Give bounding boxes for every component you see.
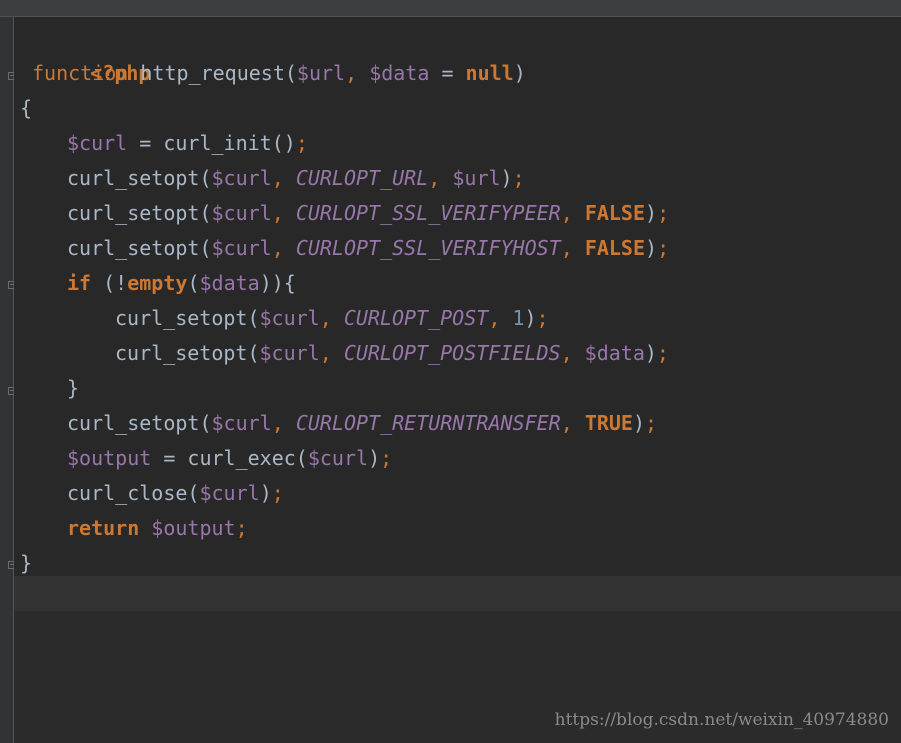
code-line: $output = curl_exec($curl); — [67, 446, 393, 470]
keyword-token: if — [67, 271, 92, 295]
variable-token: $curl — [307, 446, 369, 470]
variable-token: $data — [369, 61, 430, 85]
code-line: <?php — [18, 21, 150, 85]
function-name-token: http_request — [140, 61, 285, 85]
variable-token: $url — [296, 61, 346, 85]
variable-token: $data — [199, 271, 260, 295]
keyword-token: empty — [127, 271, 188, 295]
keyword-token: TRUE — [584, 411, 633, 435]
variable-token: $output — [151, 516, 236, 540]
keyword-token: function — [32, 61, 129, 85]
variable-token: $curl — [211, 411, 272, 435]
code-line: curl_setopt($curl, CURLOPT_POST, 1); — [115, 306, 549, 330]
code-line: curl_setopt($curl, CURLOPT_POSTFIELDS, $… — [115, 341, 669, 365]
code-line: curl_close($curl); — [67, 481, 284, 505]
constant-token: CURLOPT_POST — [343, 306, 489, 330]
keyword-token: return — [67, 516, 140, 540]
code-line: curl_setopt($curl, CURLOPT_SSL_VERIFYHOS… — [67, 236, 670, 260]
variable-token: $curl — [259, 341, 320, 365]
code-line: $curl = curl_init(); — [67, 131, 308, 155]
editor-gutter — [0, 17, 16, 743]
keyword-token: null — [465, 61, 514, 85]
constant-token: CURLOPT_RETURNTRANSFER — [295, 411, 561, 435]
code-line: function http_request($url, $data = null… — [32, 61, 526, 85]
current-line-highlight[interactable] — [14, 576, 901, 611]
variable-token: $data — [584, 341, 645, 365]
variable-token: $output — [67, 446, 152, 470]
editor-tab-bar — [0, 0, 901, 17]
code-area[interactable]: <?php function http_request($url, $data … — [14, 17, 901, 576]
variable-token: $curl — [211, 201, 272, 225]
code-line: curl_setopt($curl, CURLOPT_URL, $url); — [67, 166, 525, 190]
keyword-token: FALSE — [584, 201, 646, 225]
variable-token: $url — [452, 166, 501, 190]
code-line: curl_setopt($curl, CURLOPT_SSL_VERIFYPEE… — [67, 201, 670, 225]
code-line: return $output; — [67, 516, 248, 540]
variable-token: $curl — [211, 236, 272, 260]
constant-token: CURLOPT_POSTFIELDS — [343, 341, 561, 365]
variable-token: $curl — [67, 131, 128, 155]
code-editor[interactable]: <?php function http_request($url, $data … — [0, 0, 901, 743]
variable-token: $curl — [211, 166, 272, 190]
variable-token: $curl — [199, 481, 260, 505]
constant-token: CURLOPT_URL — [295, 166, 429, 190]
number-token: 1 — [512, 306, 525, 330]
code-line: } — [67, 376, 80, 400]
code-line: curl_setopt($curl, CURLOPT_RETURNTRANSFE… — [67, 411, 658, 435]
constant-token: CURLOPT_SSL_VERIFYPEER — [295, 201, 561, 225]
keyword-token: FALSE — [584, 236, 646, 260]
watermark-text: https://blog.csdn.net/weixin_40974880 — [554, 710, 889, 730]
code-line: if (!empty($data)){ — [67, 271, 296, 295]
code-line: { — [20, 96, 33, 120]
variable-token: $curl — [259, 306, 320, 330]
constant-token: CURLOPT_SSL_VERIFYHOST — [295, 236, 561, 260]
